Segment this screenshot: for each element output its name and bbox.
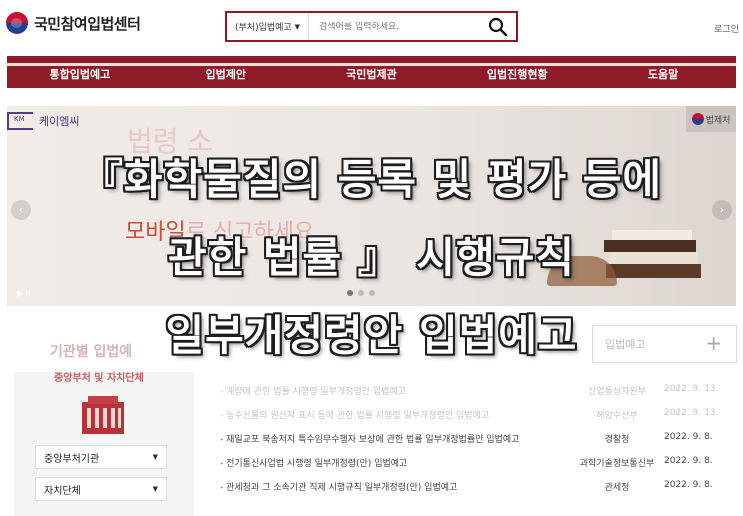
kmc-logo: KM 케이엠씨 [7, 112, 79, 130]
chevron-down-icon: ▼ [152, 485, 158, 493]
kmc-logo-text: 케이엠씨 [39, 115, 80, 128]
notice-date: 2022. 9. 8. [664, 480, 713, 490]
banner-dot[interactable] [347, 290, 353, 296]
central-agency-select[interactable]: 중앙부처기관 ▼ [35, 445, 167, 469]
search-category-label: (부처)입법예고 [235, 23, 292, 33]
building-icon [82, 396, 124, 434]
site-title: 국민참여입법센터 [34, 14, 141, 33]
agency-subtitle: 중앙부처 및 자치단체 [54, 373, 144, 384]
notice-date: 2022. 9. 8. [664, 456, 713, 466]
notice-title[interactable]: - 계량에 관한 법률 시행령 일부개정령안 입법예고 [220, 384, 406, 397]
notice-agency: 해양수산부 [596, 411, 638, 421]
nav-item-integrated-notice[interactable]: 통합입법예고 [7, 66, 153, 82]
list-item[interactable]: - 재일교포 북송저지 특수임무수행자 보상에 관한 법률 일부개정법률안 입법… [210, 426, 736, 450]
banner-play-pause[interactable]: ▶ II [17, 289, 30, 298]
taegeuk-icon [691, 113, 704, 125]
list-item[interactable]: - 전기통신사업법 시행령 일부개정령(안) 입법예고 과학기술정보통신부 20… [210, 450, 736, 474]
taegeuk-icon [6, 12, 28, 34]
banner-dot[interactable] [358, 290, 364, 296]
main-nav: 통합입법예고 입법제안 국민법제관 입법진행현황 도움말 [7, 56, 736, 88]
notice-date: 2022. 9. 13. [664, 408, 719, 418]
notice-agency: 경찰청 [604, 435, 630, 445]
caption-line-3: 일부개정령안 입법예고 [165, 311, 578, 360]
notice-date: 2022. 9. 8. [664, 432, 713, 442]
site-logo[interactable]: 국민참여입법센터 [6, 12, 141, 34]
notice-agency: 과학기술정보통신부 [579, 459, 655, 469]
notice-agency: 산업통상자원부 [588, 387, 646, 397]
banner-dot[interactable] [369, 290, 375, 296]
banner-dots [347, 290, 375, 296]
chevron-down-icon: ▼ [152, 453, 158, 461]
search-input[interactable] [309, 21, 479, 32]
notice-title[interactable]: - 관세청과 그 소속기관 직제 시행규칙 일부개정령(안) 입법예고 [220, 480, 457, 493]
moleg-badge: 법제처 [686, 106, 736, 132]
notice-date: 2022. 9. 13. [664, 384, 719, 394]
search-category-select[interactable]: (부처)입법예고 ▼ [227, 13, 309, 40]
notice-title[interactable]: - 전기통신사업법 시행령 일부개정령(안) 입법예고 [220, 456, 407, 469]
chevron-down-icon: ▼ [294, 22, 300, 31]
notice-agency: 관세청 [604, 483, 630, 493]
site-header: 국민참여입법센터 (부처)입법예고 ▼ 로그인 [0, 0, 743, 56]
search-bar: (부처)입법예고 ▼ [225, 11, 518, 42]
search-icon[interactable] [488, 17, 508, 37]
list-item[interactable]: - 계량에 관한 법률 시행령 일부개정령안 입법예고 산업통상자원부 2022… [210, 378, 736, 402]
list-item[interactable]: - 농수산물의 원산지 표시 등에 관한 법률 시행령 일부개정령안 입법예고 … [210, 402, 736, 426]
login-link[interactable]: 로그인 [714, 22, 739, 35]
nav-item-help[interactable]: 도움말 [590, 66, 736, 82]
nav-item-progress[interactable]: 입법진행현황 [444, 66, 590, 82]
notice-list: - 계량에 관한 법률 시행령 일부개정령안 입법예고 산업통상자원부 2022… [210, 378, 736, 498]
caption-line-2: 관한 법률 』 시행규칙 [168, 233, 575, 282]
notice-title[interactable]: - 재일교포 북송저지 특수임무수행자 보상에 관한 법률 일부개정법률안 입법… [220, 432, 519, 445]
local-government-select[interactable]: 자치단체 ▼ [35, 477, 167, 501]
nav-item-proposal[interactable]: 입법제안 [153, 66, 299, 82]
notice-title[interactable]: - 농수산물의 원산지 표시 등에 관한 법률 시행령 일부개정령안 입법예고 [220, 408, 489, 421]
list-item[interactable]: - 관세청과 그 소속기관 직제 시행규칙 일부개정령(안) 입법예고 관세청 … [210, 474, 736, 498]
caption-line-1: 『화학물질의 등록 및 평가 등에 [80, 155, 663, 204]
nav-item-citizen-legislator[interactable]: 국민법제관 [299, 66, 445, 82]
kmc-mark-icon: KM [7, 112, 33, 130]
